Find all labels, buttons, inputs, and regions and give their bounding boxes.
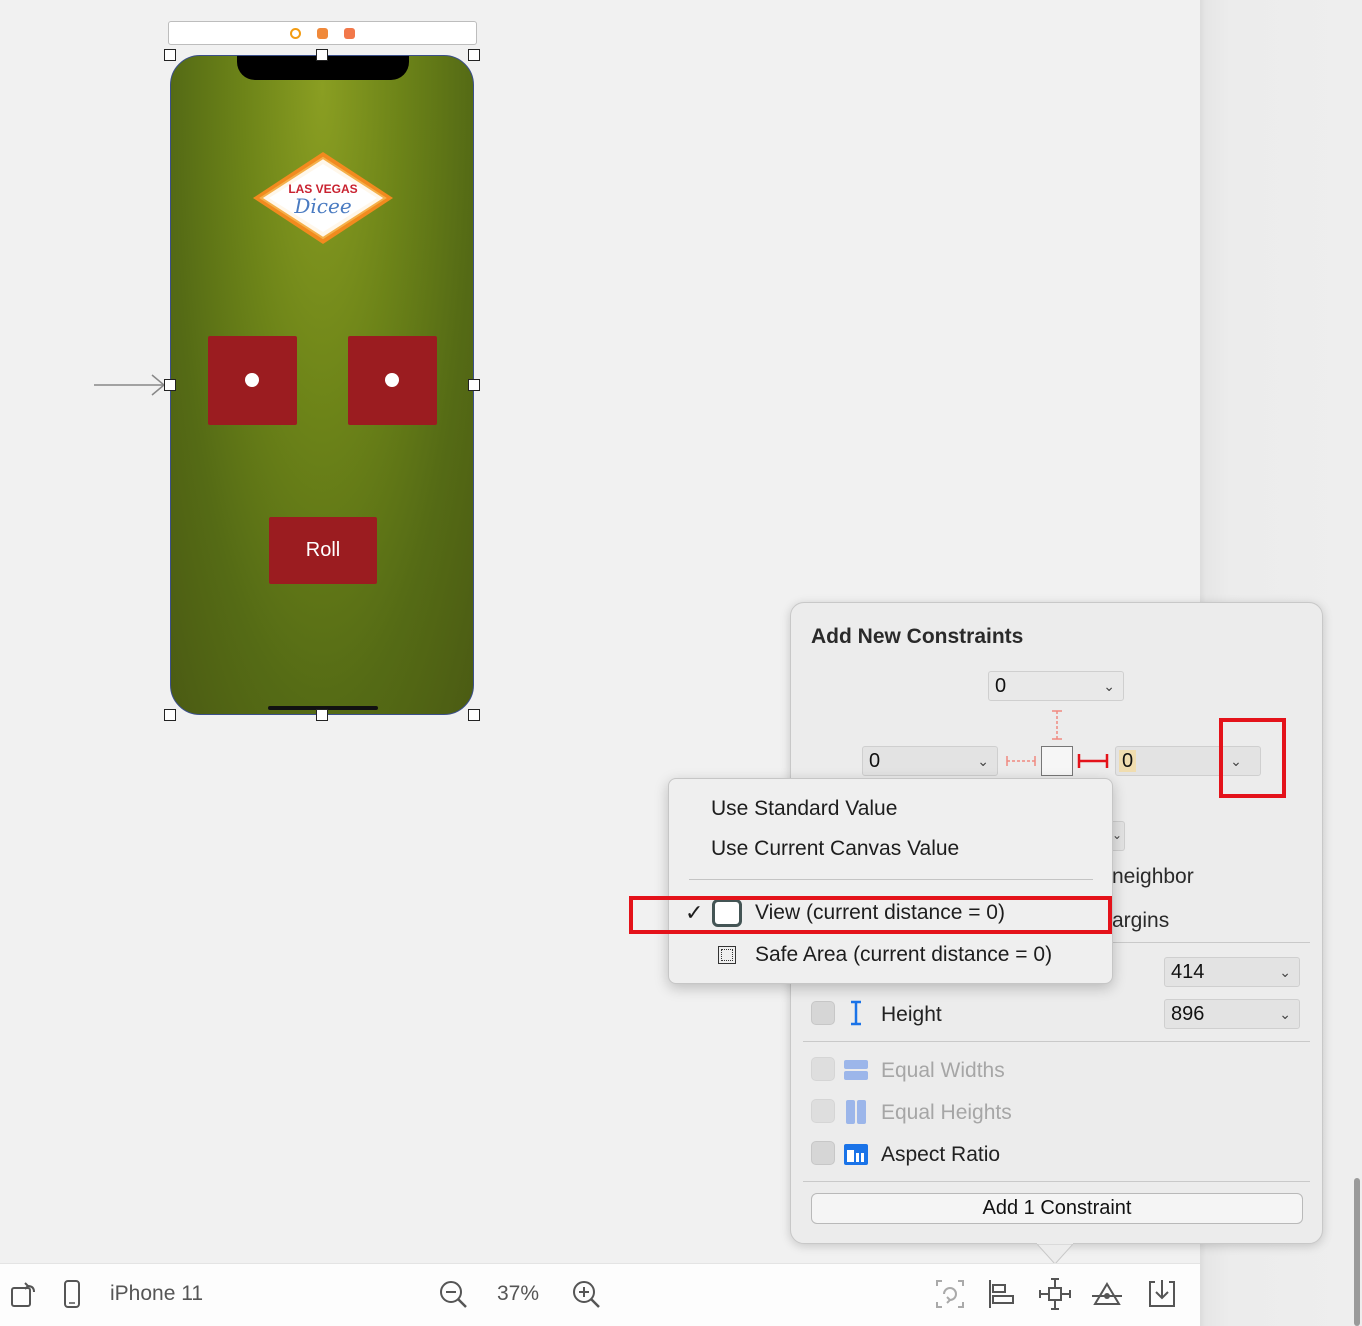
divider bbox=[1112, 942, 1310, 943]
aspect-ratio-checkbox[interactable] bbox=[811, 1141, 835, 1165]
scene-dock[interactable] bbox=[168, 21, 477, 45]
height-label: Height bbox=[881, 1003, 942, 1026]
width-value: 414 bbox=[1171, 961, 1205, 983]
resize-handle-bottom-left[interactable] bbox=[164, 709, 176, 721]
orientation-rotate-icon[interactable] bbox=[8, 1278, 40, 1310]
align-icon[interactable] bbox=[986, 1278, 1018, 1310]
safe-area-icon bbox=[718, 946, 736, 964]
trailing-constraint-strut-icon[interactable] bbox=[1077, 753, 1109, 769]
zoom-in-icon[interactable] bbox=[570, 1278, 602, 1310]
exit-icon[interactable] bbox=[344, 28, 355, 39]
leading-spacing-field[interactable]: 0 ⌄ bbox=[862, 746, 998, 776]
constraint-target-view-icon bbox=[1041, 746, 1073, 776]
resize-handle-top-right[interactable] bbox=[468, 49, 480, 61]
device-iphone-icon[interactable] bbox=[56, 1278, 88, 1310]
vertical-scrollbar[interactable] bbox=[1354, 1178, 1360, 1326]
top-spacing-field[interactable]: 0 ⌄ bbox=[988, 671, 1124, 701]
add-new-constraints-icon[interactable] bbox=[1039, 1278, 1071, 1310]
embed-in-icon[interactable] bbox=[1146, 1278, 1178, 1310]
equal-heights-icon bbox=[846, 1100, 866, 1124]
roll-button[interactable]: Roll bbox=[269, 517, 377, 584]
update-frames-icon[interactable] bbox=[934, 1278, 966, 1310]
left-dice-image bbox=[208, 336, 297, 425]
chevron-down-icon[interactable]: ⌄ bbox=[1279, 1000, 1291, 1028]
equal-widths-checkbox[interactable] bbox=[811, 1057, 835, 1081]
leading-constraint-strut-icon[interactable] bbox=[1005, 753, 1037, 769]
constrain-to-margins-label: argins bbox=[1112, 909, 1170, 932]
die-pip bbox=[385, 373, 399, 387]
resize-handle-top[interactable] bbox=[316, 49, 328, 61]
resize-handle-bottom-right[interactable] bbox=[468, 709, 480, 721]
leading-spacing-value: 0 bbox=[869, 750, 881, 772]
top-constraint-strut-icon[interactable] bbox=[1049, 709, 1065, 741]
device-selector-label[interactable]: iPhone 11 bbox=[110, 1282, 203, 1306]
equal-widths-label: Equal Widths bbox=[881, 1059, 1005, 1082]
logo-line2: Dicee bbox=[293, 194, 351, 218]
menu-item-use-current-canvas-value[interactable]: Use Current Canvas Value bbox=[711, 837, 959, 861]
popover-arrow bbox=[1037, 1236, 1073, 1265]
menu-divider bbox=[689, 879, 1093, 880]
menu-item-safe-area[interactable]: Safe Area (current distance = 0) bbox=[755, 943, 1052, 967]
right-dice-image bbox=[348, 336, 437, 425]
chevron-down-icon[interactable]: ⌄ bbox=[1279, 958, 1291, 986]
top-spacing-value: 0 bbox=[995, 675, 1007, 697]
spacing-field-partial[interactable]: ⌄ bbox=[1112, 821, 1125, 851]
resize-handle-left[interactable] bbox=[164, 379, 176, 391]
iphone-canvas[interactable]: LAS VEGAS Dicee Roll bbox=[170, 55, 474, 715]
resize-handle-top-left[interactable] bbox=[164, 49, 176, 61]
annotation-highlight-box bbox=[629, 896, 1112, 934]
resolve-auto-layout-issues-icon[interactable] bbox=[1091, 1278, 1123, 1310]
chevron-down-icon[interactable]: ⌄ bbox=[1112, 828, 1122, 842]
aspect-ratio-label: Aspect Ratio bbox=[881, 1143, 1001, 1166]
equal-heights-checkbox[interactable] bbox=[811, 1099, 835, 1123]
las-vegas-dicee-logo: LAS VEGAS Dicee bbox=[253, 152, 393, 244]
add-constraint-button[interactable]: Add 1 Constraint bbox=[811, 1193, 1303, 1224]
canvas-bottom-toolbar: iPhone 11 37% bbox=[0, 1263, 1200, 1326]
height-checkbox[interactable] bbox=[811, 1001, 835, 1025]
resize-handle-bottom[interactable] bbox=[316, 709, 328, 721]
divider bbox=[803, 1181, 1310, 1182]
height-value: 896 bbox=[1171, 1003, 1205, 1025]
width-field[interactable]: 414 ⌄ bbox=[1164, 957, 1300, 987]
view-controller-icon[interactable] bbox=[290, 28, 301, 39]
chevron-down-icon[interactable]: ⌄ bbox=[1103, 672, 1115, 700]
constraint-item-menu: Use Standard Value Use Current Canvas Va… bbox=[668, 778, 1113, 984]
equal-widths-icon bbox=[844, 1060, 868, 1080]
zoom-out-icon[interactable] bbox=[437, 1278, 469, 1310]
initial-view-controller-arrow-icon bbox=[94, 374, 166, 396]
first-responder-icon[interactable] bbox=[317, 28, 328, 39]
height-icon bbox=[851, 1000, 861, 1026]
spacing-to-neighbor-label: neighbor bbox=[1112, 865, 1194, 888]
annotation-highlight-box bbox=[1219, 718, 1286, 798]
height-field[interactable]: 896 ⌄ bbox=[1164, 999, 1300, 1029]
trailing-spacing-value: 0 bbox=[1119, 750, 1137, 772]
equal-heights-label: Equal Heights bbox=[881, 1101, 1012, 1124]
popover-title: Add New Constraints bbox=[811, 625, 1024, 648]
zoom-level-label: 37% bbox=[497, 1282, 540, 1305]
resize-handle-right[interactable] bbox=[468, 379, 480, 391]
menu-item-use-standard-value[interactable]: Use Standard Value bbox=[711, 797, 897, 821]
die-pip bbox=[245, 373, 259, 387]
chevron-down-icon[interactable]: ⌄ bbox=[977, 747, 989, 775]
divider bbox=[803, 1041, 1310, 1042]
aspect-ratio-icon bbox=[844, 1144, 868, 1165]
